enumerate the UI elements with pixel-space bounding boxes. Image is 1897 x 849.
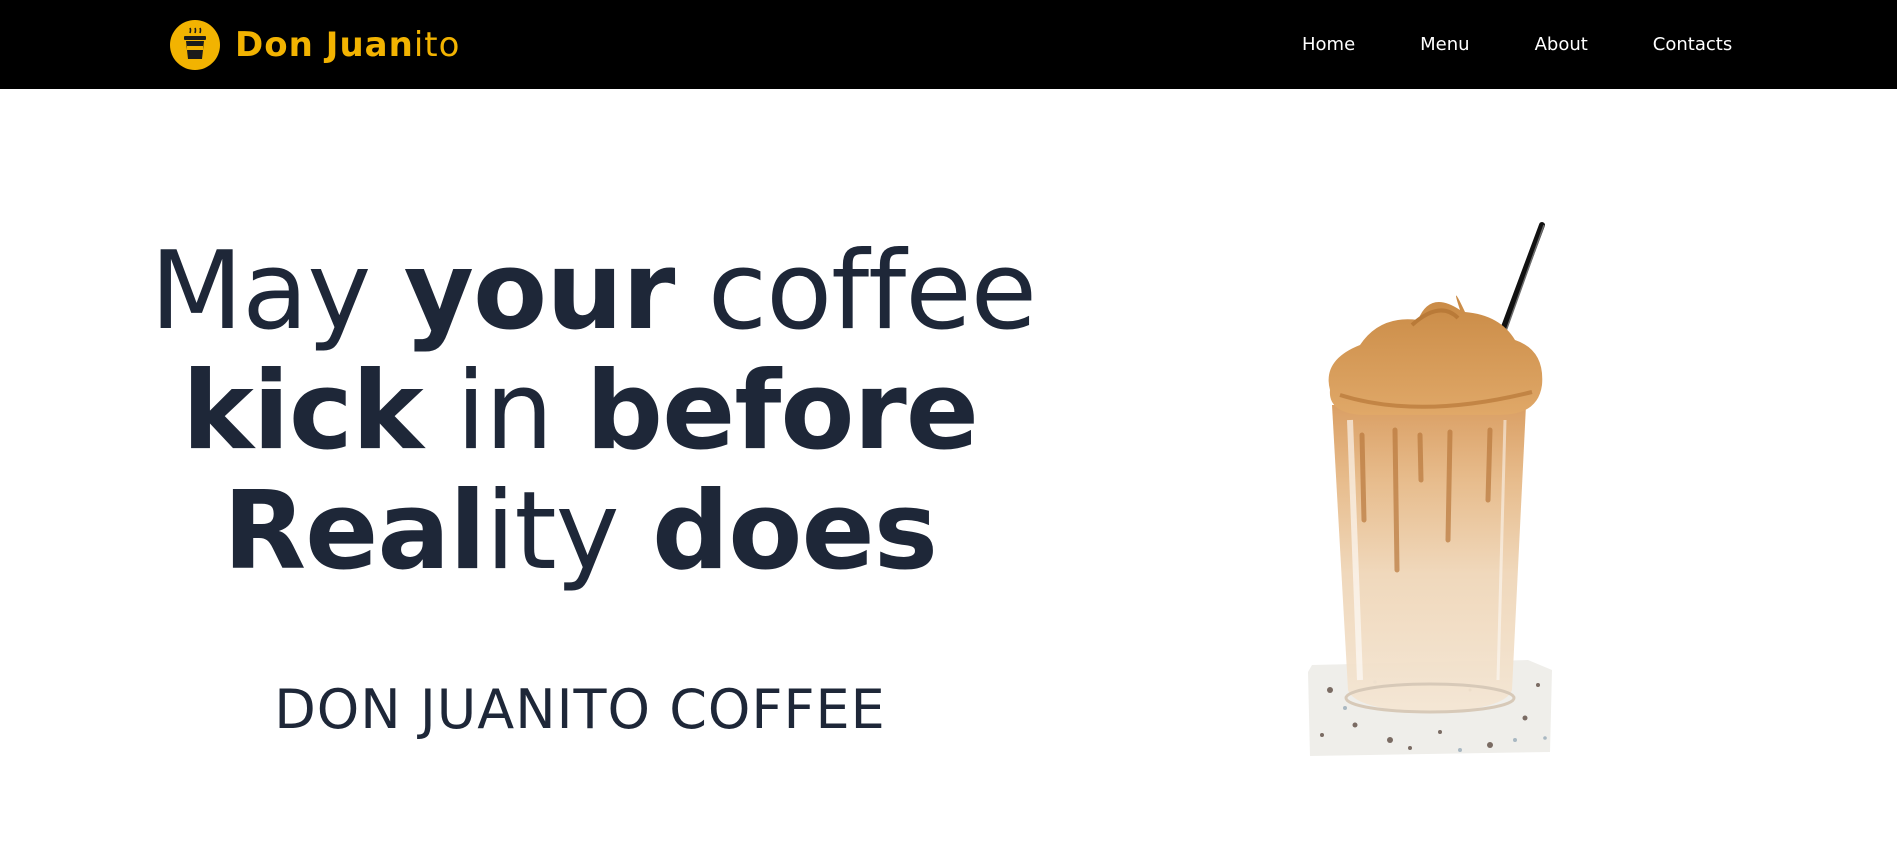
brand-name-part1: Don: [235, 25, 314, 65]
brand-name-part2: Juan: [325, 25, 414, 65]
hero-headline: May your coffee kick in before Reality d…: [150, 229, 1037, 594]
hero-subtitle: DON JUANITO COFFEE: [274, 678, 886, 741]
nav-link-home[interactable]: Home: [1302, 34, 1355, 55]
nav-link-contacts[interactable]: Contacts: [1653, 34, 1732, 55]
nav-link-about[interactable]: About: [1535, 34, 1588, 55]
navbar: Don Juanito Home Menu About Contacts: [0, 0, 1897, 89]
headline-line-2: kick in before: [181, 349, 979, 474]
brand[interactable]: Don Juanito: [169, 19, 460, 71]
brand-name: Don Juanito: [235, 28, 460, 62]
nav-links: Home Menu About Contacts: [1302, 0, 1732, 89]
brand-name-part3: ito: [413, 25, 461, 65]
headline-line-3: Reality does: [223, 469, 938, 594]
nav-link-menu[interactable]: Menu: [1420, 34, 1469, 55]
iced-coffee-glass-image: [1308, 222, 1552, 756]
headline-line-1: May your coffee: [150, 229, 1037, 354]
coffee-cup-icon: [170, 20, 220, 70]
